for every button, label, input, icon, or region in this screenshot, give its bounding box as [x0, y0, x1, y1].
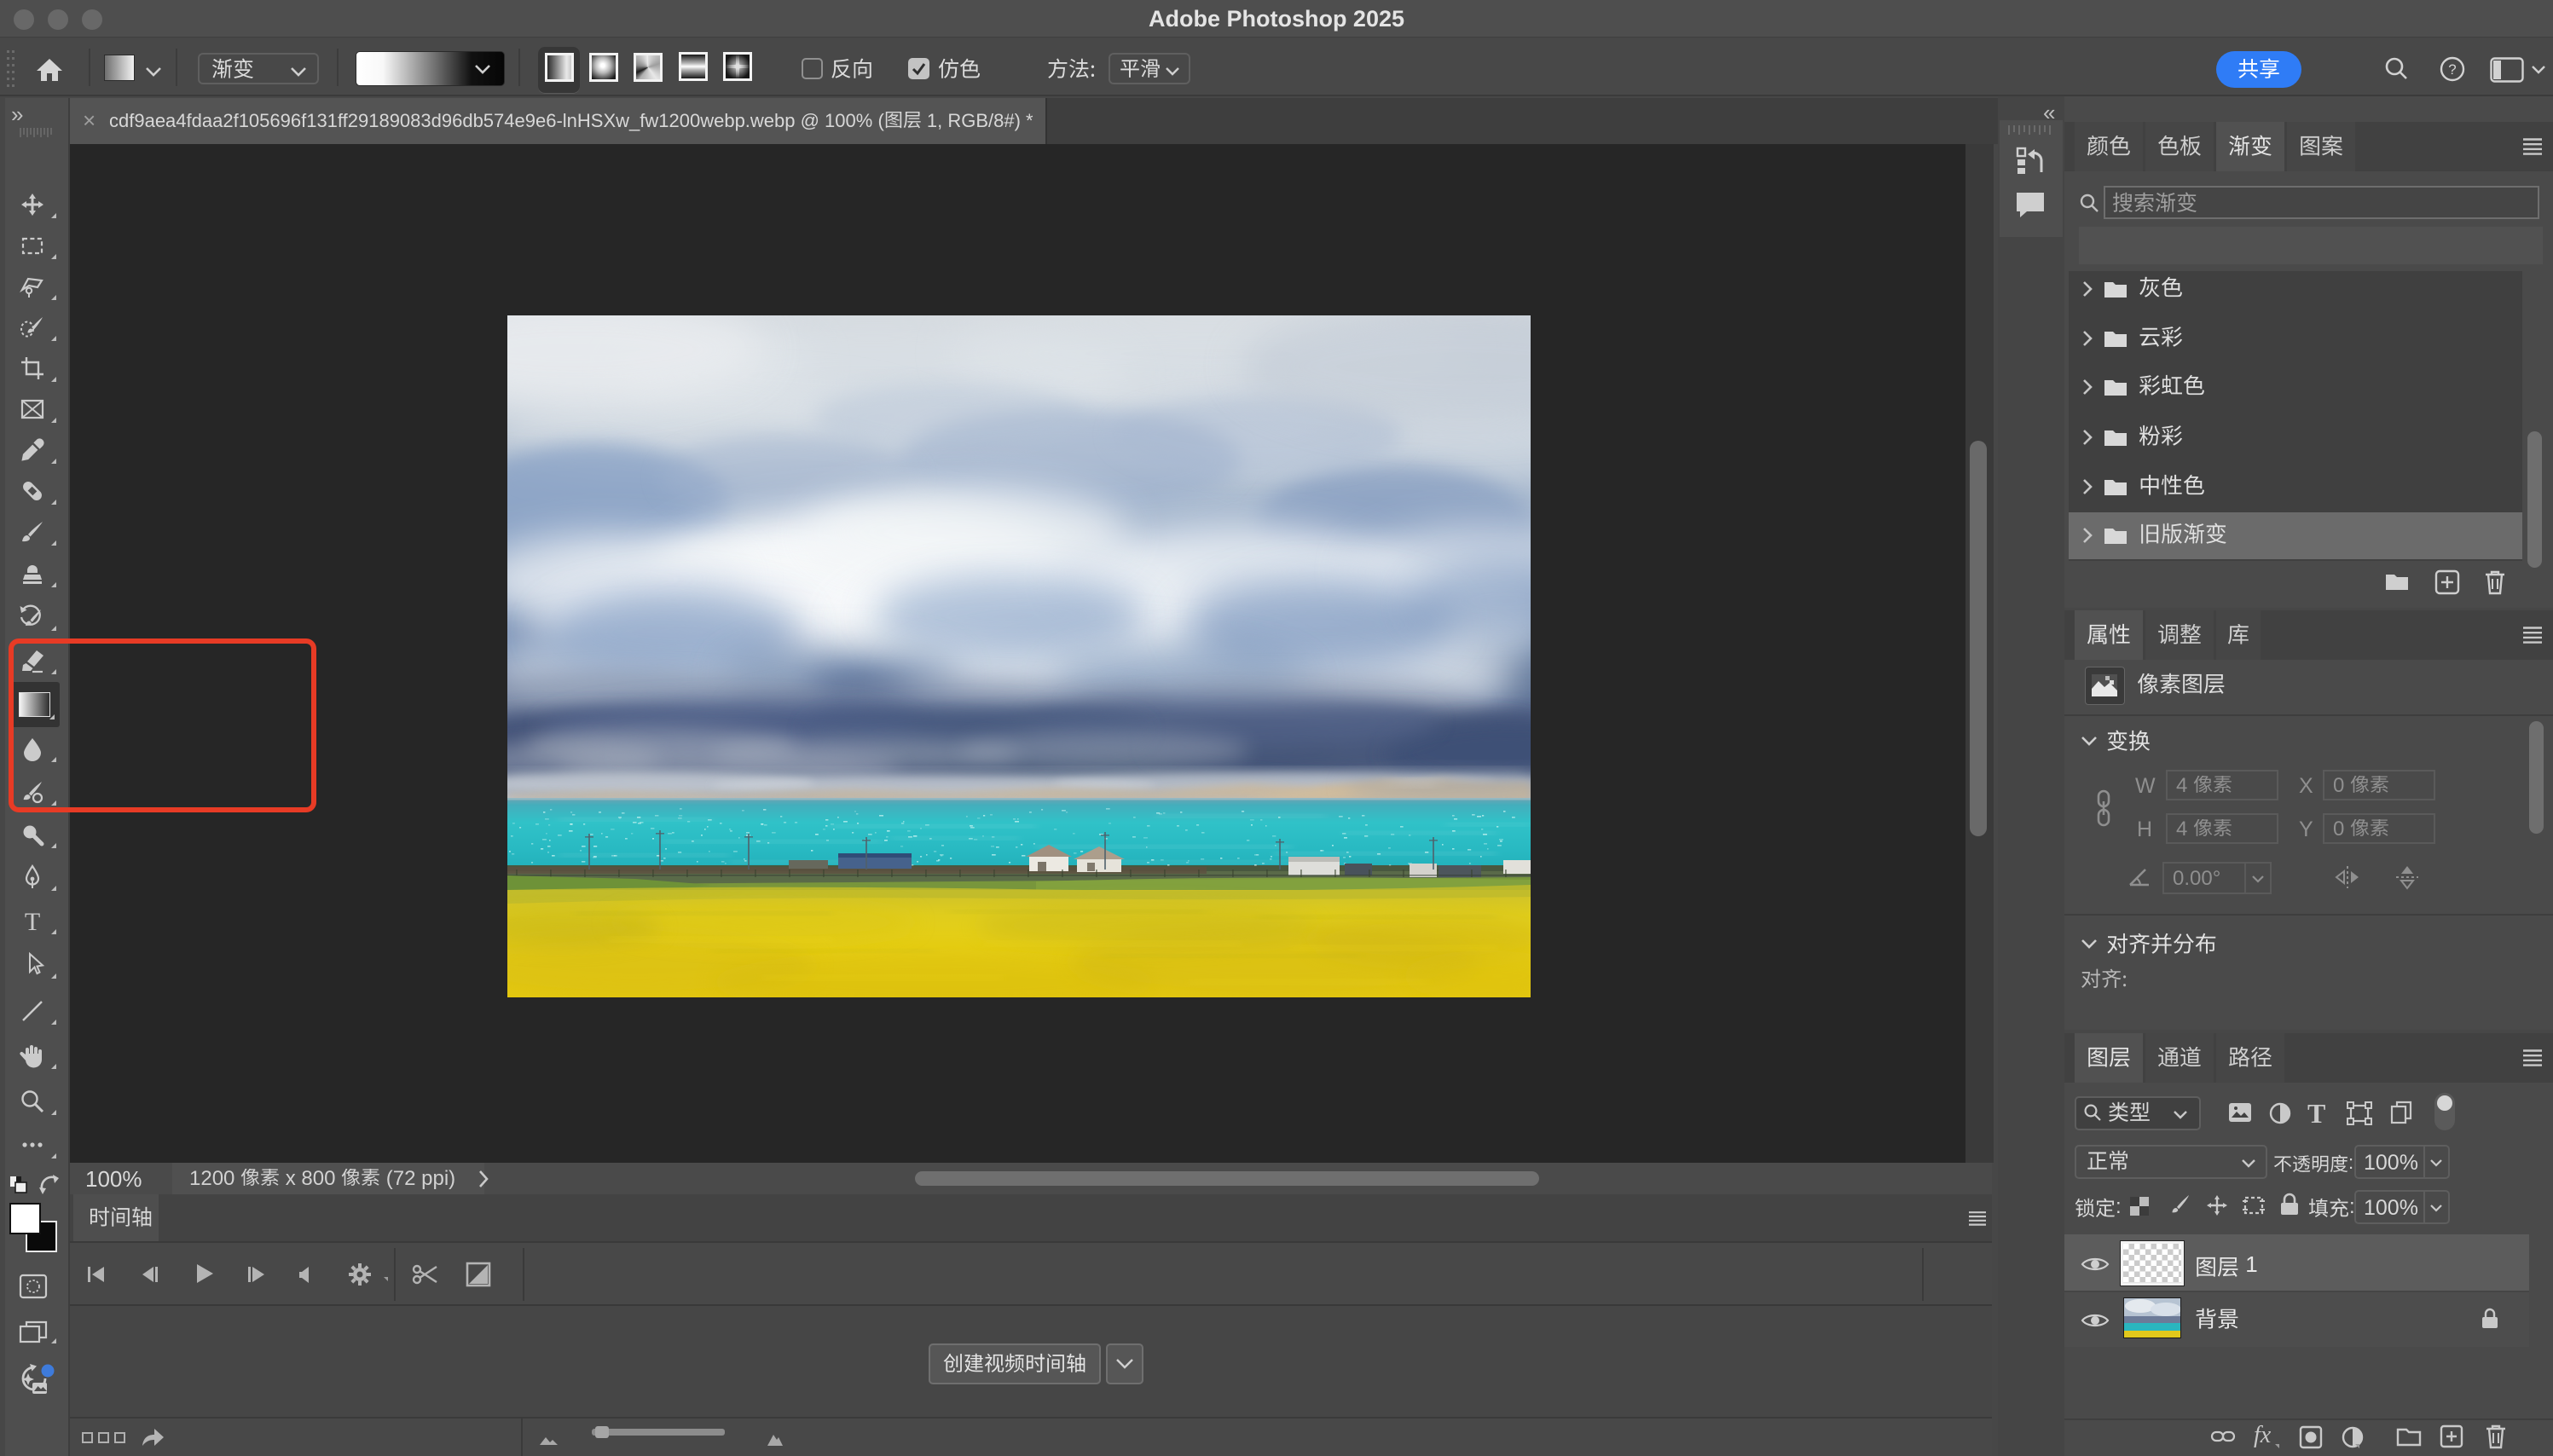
svg-text:T: T: [25, 908, 40, 934]
svg-text:?: ?: [2448, 61, 2456, 78]
